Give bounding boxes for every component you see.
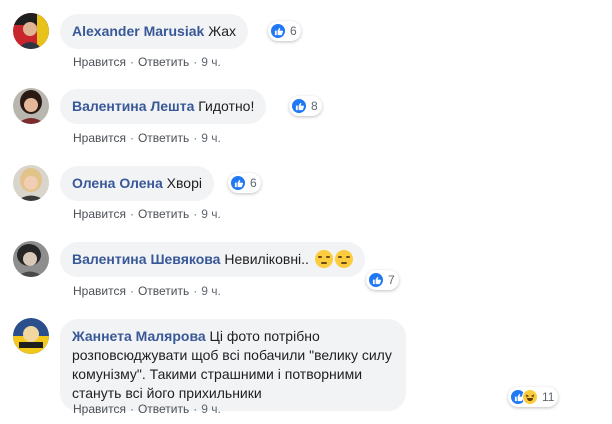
reaction-count: 7 <box>388 273 395 287</box>
separator: · <box>129 55 134 69</box>
comment-actions: Нравится · Ответить · 9 ч. <box>73 402 221 416</box>
avatar[interactable] <box>13 241 49 277</box>
reaction-summary[interactable]: 8 <box>289 96 322 116</box>
comment-bubble: Alexander Marusiak Жах <box>60 14 249 49</box>
like-icon <box>270 23 286 39</box>
separator: · <box>129 131 134 145</box>
comment-actions: Нравится · Ответить · 9 ч. <box>73 284 221 298</box>
like-icon <box>368 272 384 288</box>
reaction-summary[interactable]: 6 <box>228 173 261 193</box>
reaction-summary[interactable]: 11 <box>508 387 559 407</box>
unamused-emoji-icon <box>314 250 333 268</box>
comment-author[interactable]: Валентина Шевякова <box>72 251 220 267</box>
like-icon <box>291 98 307 114</box>
separator: · <box>193 284 198 298</box>
separator: · <box>129 284 134 298</box>
comment-actions: Нравится · Ответить · 9 ч. <box>73 55 221 69</box>
separator: · <box>193 131 198 145</box>
avatar[interactable] <box>13 88 49 124</box>
reply-link[interactable]: Ответить <box>138 402 189 416</box>
comment-actions: Нравится · Ответить · 9 ч. <box>73 207 221 221</box>
comment-text: Невиліковні.. <box>224 251 309 267</box>
comment-author[interactable]: Жаннета Малярова <box>72 328 206 344</box>
like-link[interactable]: Нравится <box>73 402 126 416</box>
haha-icon <box>522 389 538 405</box>
separator: · <box>193 55 198 69</box>
comment-bubble: Валентина Шевякова Невиліковні.. <box>60 242 365 277</box>
unamused-emoji-icon <box>334 250 353 268</box>
separator: · <box>129 402 134 416</box>
timestamp[interactable]: 9 ч. <box>201 131 221 145</box>
reply-link[interactable]: Ответить <box>138 55 189 69</box>
reaction-count: 11 <box>542 390 555 404</box>
reaction-summary[interactable]: 6 <box>268 21 301 41</box>
comment-author[interactable]: Alexander Marusiak <box>72 23 204 39</box>
avatar[interactable] <box>13 318 49 354</box>
separator: · <box>129 207 134 221</box>
avatar[interactable] <box>13 13 49 49</box>
like-link[interactable]: Нравится <box>73 131 126 145</box>
like-link[interactable]: Нравится <box>73 55 126 69</box>
like-link[interactable]: Нравится <box>73 284 126 298</box>
comment-author[interactable]: Олена Олена <box>72 175 163 191</box>
reaction-count: 6 <box>250 176 257 190</box>
comment-bubble: Валентина Лешта Гидотно! <box>60 89 267 124</box>
reaction-count: 6 <box>290 24 297 38</box>
timestamp[interactable]: 9 ч. <box>201 402 221 416</box>
comment-bubble: Олена Олена Хворі <box>60 166 214 201</box>
reaction-count: 8 <box>311 99 318 113</box>
comment-text: Гидотно! <box>198 98 255 114</box>
separator: · <box>193 402 198 416</box>
reply-link[interactable]: Ответить <box>138 284 189 298</box>
timestamp[interactable]: 9 ч. <box>201 284 221 298</box>
reply-link[interactable]: Ответить <box>138 207 189 221</box>
comment-actions: Нравится · Ответить · 9 ч. <box>73 131 221 145</box>
like-icon <box>230 175 246 191</box>
timestamp[interactable]: 9 ч. <box>201 207 221 221</box>
comment-text: Хворі <box>166 175 202 191</box>
comment-author[interactable]: Валентина Лешта <box>72 98 194 114</box>
comment-text: Жах <box>208 23 237 39</box>
timestamp[interactable]: 9 ч. <box>201 55 221 69</box>
reaction-summary[interactable]: 7 <box>366 270 399 290</box>
like-link[interactable]: Нравится <box>73 207 126 221</box>
comment-bubble: Жаннета Малярова Ці фото потрібно розпов… <box>60 319 406 411</box>
avatar[interactable] <box>13 165 49 201</box>
reply-link[interactable]: Ответить <box>138 131 189 145</box>
separator: · <box>193 207 198 221</box>
